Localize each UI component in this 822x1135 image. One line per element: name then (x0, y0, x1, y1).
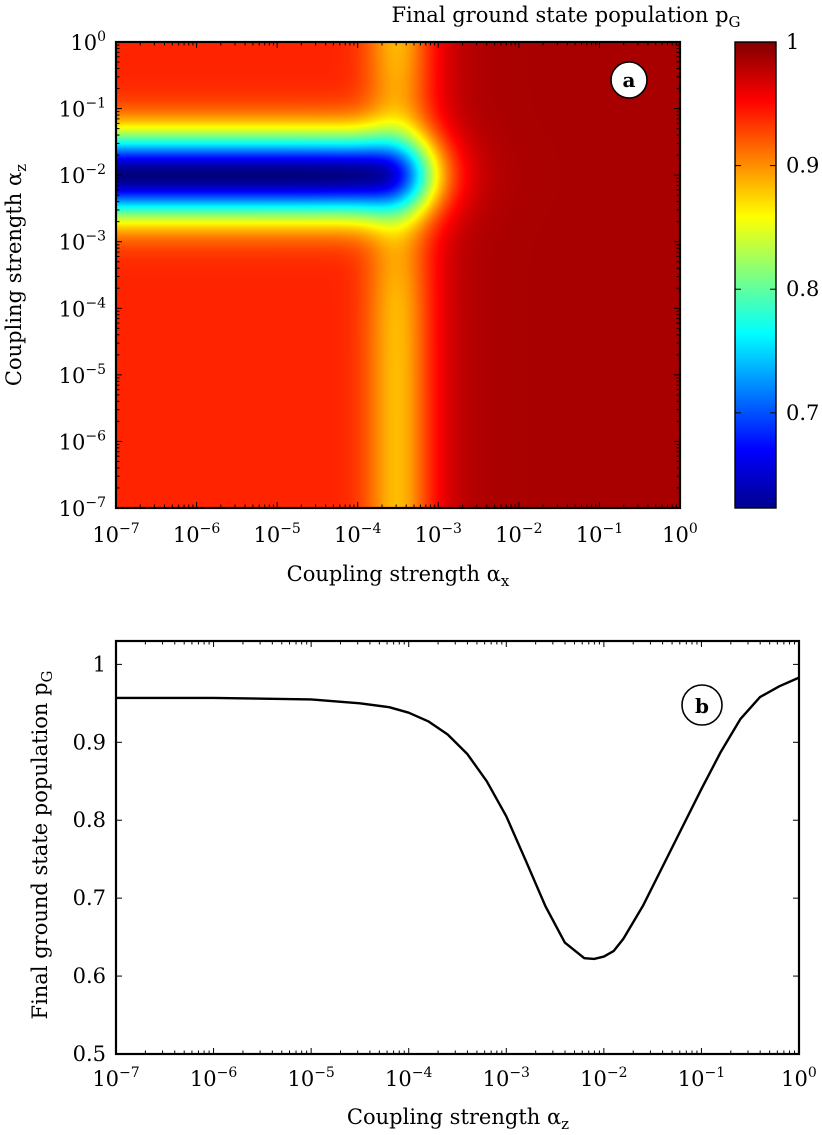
heatmap-x-tick-label: 10−1 (576, 521, 623, 547)
line-plot-y-tick-label: 0.7 (73, 886, 106, 910)
line-plot-x-tick-label: 10−2 (580, 1065, 627, 1091)
heatmap-y-tick-label: 10−1 (59, 96, 106, 122)
heatmap-x-tick-label: 10−2 (495, 521, 542, 547)
colorbar-tick-label: 0.8 (786, 277, 819, 301)
heatmap-y-tick-label: 10−7 (59, 495, 106, 521)
heatmap-y-tick-labels: 100 10−1 10−2 10−3 10−4 10−5 10−6 10−7 (59, 29, 106, 521)
colorbar-gradient (734, 41, 777, 509)
heatmap-x-tick-label: 10−7 (92, 521, 139, 547)
heatmap-y-tick-label: 10−4 (59, 295, 106, 321)
panel-a-annotation: a (610, 61, 648, 99)
line-plot-x-tick-label: 10−6 (190, 1065, 237, 1091)
panel-b: 10−7 10−6 10−5 10−4 10−3 10−2 10−1 100 0.50.60.… (28, 639, 817, 1133)
heatmap-x-tick-label: 10−6 (173, 521, 220, 547)
line-plot-x-tick-label: 10−3 (483, 1065, 530, 1091)
line-plot-x-axis-label: Coupling strength αz (347, 1105, 569, 1133)
line-plot-x-tick-label: 10−5 (287, 1065, 334, 1091)
line-plot-x-tick-labels: 10−7 10−6 10−5 10−4 10−3 10−2 10−1 100 (92, 1065, 817, 1091)
line-plot-y-tick-labels: 0.5 0.6 0.7 0.8 0.9 1 (73, 652, 106, 1066)
heatmap-y-tick-label: 10−2 (59, 162, 106, 188)
line-plot-y-axis-label: Final ground state population pG (28, 670, 56, 1019)
svg-text:b: b (695, 694, 709, 718)
heatmap-x-tick-label: 100 (662, 521, 698, 547)
svg-text:a: a (623, 68, 636, 92)
heatmap-y-tick-label: 100 (70, 29, 106, 55)
heatmap-y-tick-label: 10−5 (59, 362, 106, 388)
heatmap-x-tick-labels: 10−7 10−6 10−5 10−4 10−3 10−2 10−1 100 (92, 521, 698, 547)
panel-a: 10−7 10−6 10−5 10−4 10−3 10−2 10−1 100 10010−11… (2, 3, 819, 590)
line-plot-y-tick-label: 0.8 (73, 808, 106, 832)
heatmap-raster (116, 42, 680, 508)
heatmap-x-tick-label: 10−4 (334, 521, 381, 547)
colorbar-tick-label: 0.7 (786, 401, 819, 425)
heatmap-y-axis-label: Coupling strength αz (2, 164, 30, 386)
heatmap-y-tick-label: 10−3 (59, 229, 106, 255)
heatmap-x-tick-label: 10−3 (415, 521, 462, 547)
line-plot-y-tick-label: 0.9 (73, 730, 106, 754)
line-plot-y-tick-label: 0.5 (73, 1042, 106, 1066)
heatmap-x-tick-label: 10−5 (253, 521, 300, 547)
heatmap-y-tick-label: 10−6 (59, 428, 106, 454)
colorbar-tick-label: 0.9 (786, 154, 819, 178)
line-plot-x-tick-label: 10−7 (92, 1065, 139, 1091)
line-plot-y-tick-label: 1 (93, 652, 106, 676)
colorbar-label: Final ground state population pG (391, 3, 740, 31)
heatmap-x-axis-label: Coupling strength αx (287, 562, 510, 590)
figure: 10−7 10−6 10−5 10−4 10−3 10−2 10−1 100 10010−11… (2, 3, 819, 1133)
line-plot-x-tick-label: 10−4 (385, 1065, 432, 1091)
line-plot-y-tick-label: 0.6 (73, 964, 106, 988)
line-plot-x-tick-label: 100 (781, 1065, 817, 1091)
panel-b-annotation: b (681, 684, 723, 726)
line-plot-x-tick-label: 10−1 (678, 1065, 725, 1091)
colorbar-tick-label: 1 (786, 30, 799, 54)
